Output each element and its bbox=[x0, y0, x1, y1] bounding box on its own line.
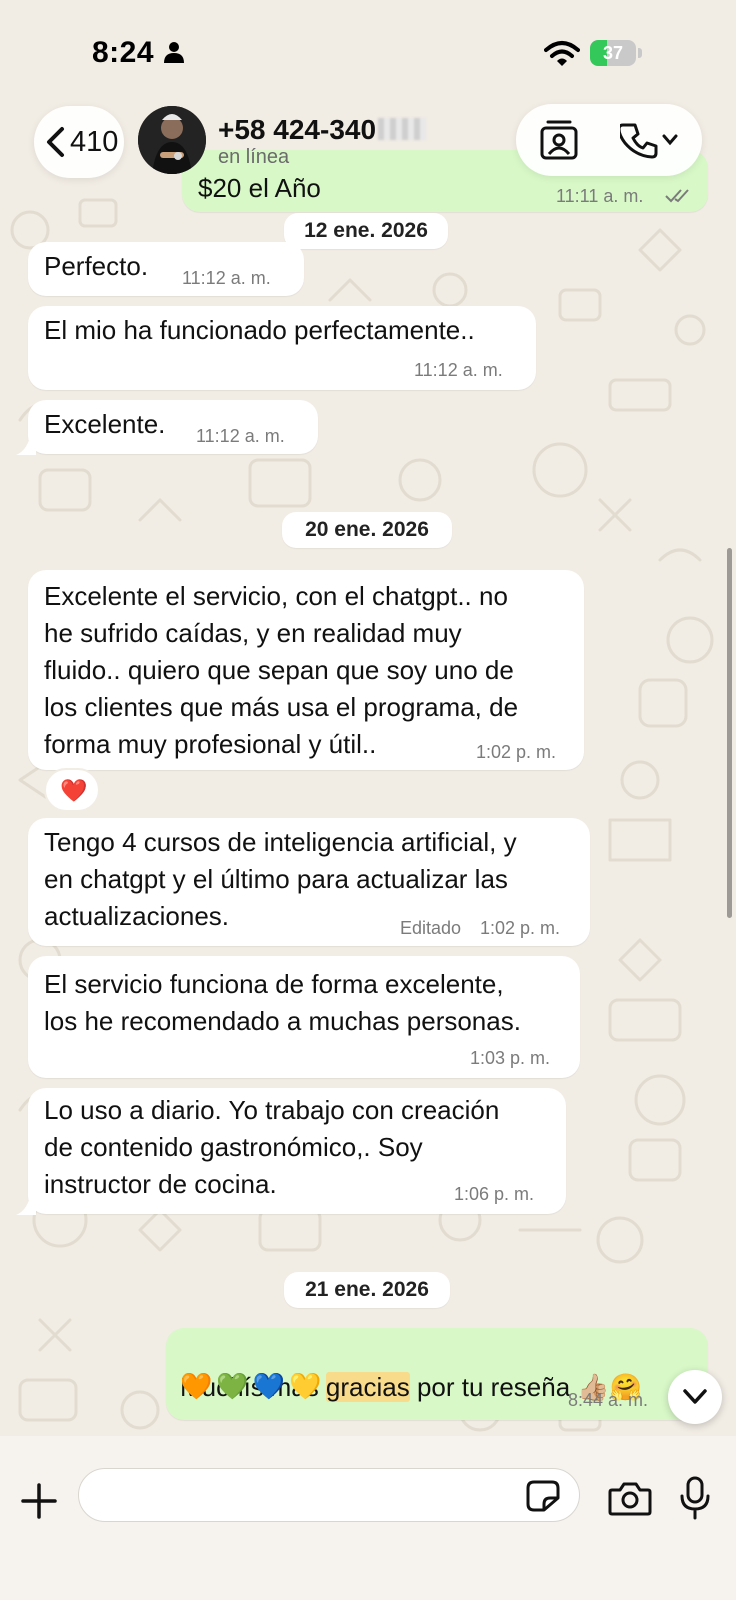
message-bubble-incoming[interactable]: Excelente. 11:12 a. m. bbox=[28, 400, 318, 454]
message-input[interactable] bbox=[78, 1468, 580, 1522]
date-separator: 20 ene. 2026 bbox=[282, 512, 452, 548]
chevron-down-icon bbox=[683, 1389, 707, 1404]
message-time: 1:06 p. m. bbox=[454, 1184, 535, 1204]
chevron-left-icon bbox=[47, 127, 64, 157]
contact-card-icon[interactable] bbox=[538, 118, 580, 162]
avatar-image bbox=[138, 106, 206, 174]
message-text: Perfecto. bbox=[44, 251, 149, 281]
date-separator: 12 ene. 2026 bbox=[284, 213, 448, 249]
chat-header: 410 +58 424-340 en línea bbox=[0, 96, 736, 196]
message-bubble-incoming[interactable]: El mio ha funcionado perfectamente.. 11:… bbox=[28, 306, 536, 390]
message-time: 11:12 a. m. bbox=[196, 426, 285, 446]
chevron-down-icon[interactable] bbox=[662, 134, 678, 146]
message-bubble-incoming[interactable]: Lo uso a diario. Yo trabajo con creación… bbox=[28, 1088, 566, 1214]
redacted-digits bbox=[378, 118, 427, 140]
message-text: Excelente. bbox=[44, 409, 166, 439]
message-text: El servicio funciona de forma excelente,… bbox=[44, 969, 521, 1036]
person-icon bbox=[164, 42, 184, 63]
plus-icon[interactable] bbox=[20, 1482, 58, 1520]
scrollbar[interactable] bbox=[727, 548, 732, 918]
message-text: El mio ha funcionado perfectamente.. bbox=[44, 315, 475, 345]
status-time: 8:24 bbox=[92, 36, 155, 69]
contact-status: en línea bbox=[218, 146, 290, 168]
message-emojis: 🧡💚💙💛 bbox=[180, 1371, 326, 1401]
message-bubble-incoming[interactable]: Perfecto. 11:12 a. m. bbox=[28, 242, 304, 296]
message-time: 1:02 p. m. bbox=[480, 918, 561, 938]
status-bar: 8:24 37 bbox=[0, 0, 736, 100]
search-highlight: gracias bbox=[325, 1372, 410, 1402]
scroll-to-bottom-button[interactable] bbox=[668, 1370, 722, 1424]
contact-name-text: +58 424-340 bbox=[218, 114, 377, 145]
back-button[interactable]: 410 bbox=[34, 106, 124, 178]
battery-percent: 37 bbox=[602, 43, 624, 63]
date-separator: 21 ene. 2026 bbox=[284, 1272, 450, 1308]
battery-indicator: 37 bbox=[590, 40, 642, 66]
message-bubble-incoming[interactable]: Excelente el servicio, con el chatgpt.. … bbox=[28, 570, 584, 770]
unread-count: 410 bbox=[70, 126, 119, 158]
camera-icon[interactable] bbox=[608, 1480, 652, 1516]
message-text: Lo uso a diario. Yo trabajo con creación… bbox=[44, 1095, 500, 1199]
composer-bar bbox=[0, 1436, 736, 1600]
message-bubble-incoming[interactable]: Tengo 4 cursos de inteligencia artificia… bbox=[28, 818, 590, 946]
message-bubble-outgoing[interactable]: Muchísimas gracias por tu reseña 👍🏼🤗 🧡💚💙… bbox=[166, 1328, 708, 1420]
contact-name[interactable]: +58 424-340 bbox=[218, 114, 427, 146]
message-reaction[interactable]: ❤️ bbox=[44, 768, 100, 812]
message-text: Excelente el servicio, con el chatgpt.. … bbox=[44, 581, 519, 759]
wifi-icon bbox=[544, 41, 580, 66]
heart-icon: ❤️ bbox=[60, 778, 88, 803]
message-list: $20 el Año 11:11 a. m. 12 ene. 2026 Perf… bbox=[0, 0, 736, 1600]
message-time: 1:02 p. m. bbox=[476, 742, 557, 762]
bubble-tail bbox=[16, 437, 36, 455]
header-actions bbox=[516, 104, 702, 176]
edited-label: Editado bbox=[400, 918, 462, 938]
bubble-tail bbox=[16, 1197, 36, 1215]
message-time: 8:44 a. m. bbox=[568, 1390, 649, 1410]
message-time: 11:12 a. m. bbox=[414, 360, 503, 380]
message-bubble-incoming[interactable]: El servicio funciona de forma excelente,… bbox=[28, 956, 580, 1078]
message-time: 1:03 p. m. bbox=[470, 1048, 551, 1068]
avatar[interactable] bbox=[138, 106, 206, 174]
sticker-icon[interactable] bbox=[526, 1480, 560, 1512]
phone-icon[interactable] bbox=[620, 122, 658, 160]
mic-icon[interactable] bbox=[678, 1476, 712, 1520]
message-time: 11:12 a. m. bbox=[182, 268, 271, 288]
